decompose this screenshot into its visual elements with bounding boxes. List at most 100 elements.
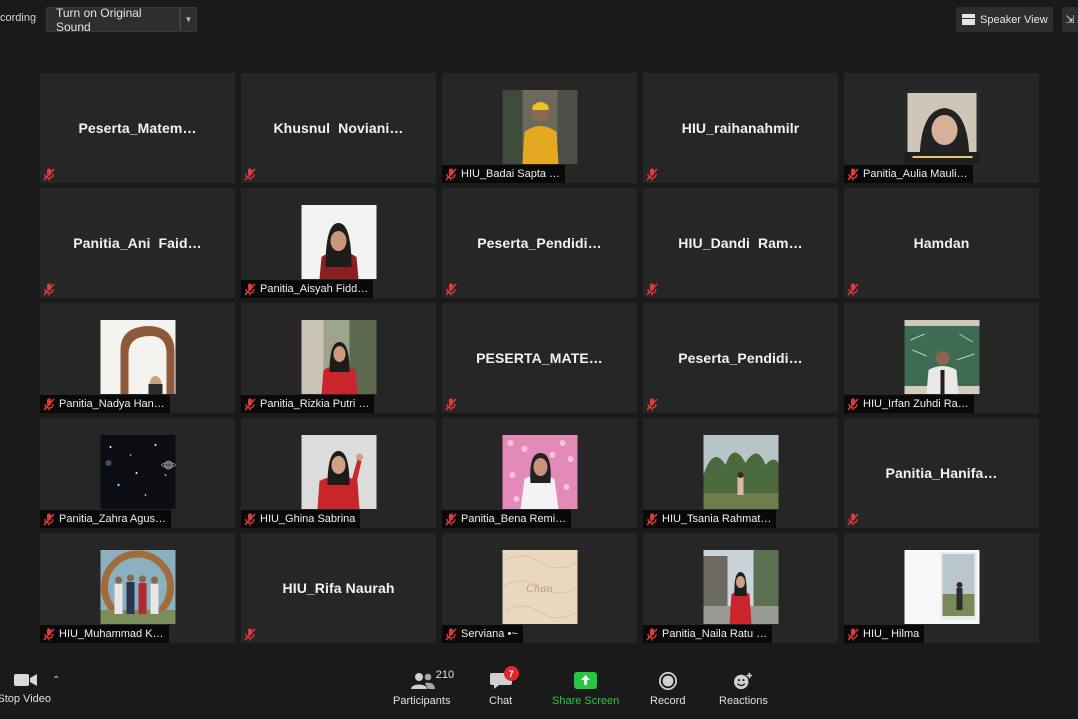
participant-video bbox=[904, 320, 979, 394]
participant-name: Khusnul Noviani… bbox=[273, 120, 404, 136]
chat-label: Chat bbox=[489, 695, 513, 707]
participant-name: HIU_Rifa Naurah bbox=[282, 580, 395, 596]
fullscreen-button[interactable]: ⇲ bbox=[1062, 7, 1078, 32]
participant-name: HIU_Dandi Ram… bbox=[678, 235, 803, 251]
participant-tile[interactable]: Panitia_Aisyah Fidd… bbox=[241, 188, 436, 298]
stop-video-label: Stop Video bbox=[0, 693, 51, 705]
participant-name: Serviana •~ bbox=[461, 628, 518, 640]
participant-tile[interactable]: HIU_raihanahmilr bbox=[643, 73, 838, 183]
participant-name-label: Panitia_Bena Remi… bbox=[442, 510, 572, 528]
muted-mic-icon bbox=[43, 627, 55, 641]
participant-tile[interactable]: Panitia_Nadya Han… bbox=[40, 303, 235, 413]
speaker-view-icon bbox=[962, 14, 975, 25]
participant-name: HIU_ Hilma bbox=[863, 628, 920, 640]
reactions-button[interactable]: Reactions bbox=[719, 672, 768, 707]
muted-mic-icon bbox=[244, 167, 256, 181]
participant-tile[interactable]: Khusnul Noviani… bbox=[241, 73, 436, 183]
participant-video bbox=[502, 90, 577, 164]
participant-tile[interactable]: HIU_Badai Sapta … bbox=[442, 73, 637, 183]
video-camera-icon bbox=[14, 674, 37, 686]
muted-mic-icon bbox=[445, 397, 457, 411]
muted-mic-icon bbox=[244, 282, 256, 296]
muted-mic-icon bbox=[847, 627, 859, 641]
recording-label: cording bbox=[0, 12, 37, 24]
muted-mic-icon bbox=[646, 397, 658, 411]
participant-name: Panitia_Hanifa… bbox=[885, 465, 998, 481]
mute-indicator bbox=[241, 625, 259, 643]
participant-name: HIU_Tsania Rahmat… bbox=[662, 513, 772, 525]
svg-text:Chan: Chan bbox=[526, 584, 553, 595]
gallery-view: Peserta_Matem… Khusnul Noviani… HIU_Badai … bbox=[40, 73, 1039, 644]
participant-tile[interactable]: Panitia_Bena Remi… bbox=[442, 418, 637, 528]
participants-label: Participants bbox=[393, 695, 451, 707]
participant-name: HIU_Muhammad K… bbox=[59, 628, 164, 640]
mute-indicator bbox=[40, 165, 58, 183]
participant-name-label: Panitia_Aulia Mauli… bbox=[844, 165, 973, 183]
record-button[interactable]: Record bbox=[650, 672, 685, 707]
participant-tile[interactable]: Panitia_Aulia Mauli… bbox=[844, 73, 1039, 183]
participant-name: Hamdan bbox=[913, 235, 970, 251]
participant-name: Panitia_Aulia Mauli… bbox=[863, 168, 968, 180]
participant-tile[interactable]: HIU_Tsania Rahmat… bbox=[643, 418, 838, 528]
share-screen-icon bbox=[574, 672, 598, 689]
participant-name-label: HIU_Ghina Sabrina bbox=[241, 510, 361, 528]
muted-mic-icon bbox=[244, 627, 256, 641]
participant-video bbox=[904, 550, 979, 624]
muted-mic-icon bbox=[646, 627, 658, 641]
participant-tile[interactable]: HIU_Dandi Ram… bbox=[643, 188, 838, 298]
participant-name: Panitia_Aisyah Fidd… bbox=[260, 283, 369, 295]
participant-tile[interactable]: HIU_Ghina Sabrina bbox=[241, 418, 436, 528]
participant-name: Panitia_Naila Ratu … bbox=[662, 628, 768, 640]
participants-icon bbox=[410, 673, 435, 689]
participant-tile[interactable]: Peserta_Pendidi… bbox=[442, 188, 637, 298]
muted-mic-icon bbox=[445, 167, 457, 181]
participant-tile[interactable]: Panitia_Rizkia Putri … bbox=[241, 303, 436, 413]
participant-name-label: HIU_Tsania Rahmat… bbox=[643, 510, 777, 528]
muted-mic-icon bbox=[445, 627, 457, 641]
muted-mic-icon bbox=[244, 512, 256, 526]
participant-video bbox=[100, 320, 175, 394]
stop-video-button[interactable]: ⌃ Stop Video bbox=[0, 672, 60, 705]
participant-tile[interactable]: HIU_Muhammad K… bbox=[40, 533, 235, 643]
participant-tile[interactable]: PESERTA_MATE… bbox=[442, 303, 637, 413]
participant-tile[interactable]: Panitia_Hanifa… bbox=[844, 418, 1039, 528]
participant-tile[interactable]: Panitia_Zahra Agus… bbox=[40, 418, 235, 528]
participant-video bbox=[703, 435, 778, 509]
participant-tile[interactable]: Panitia_Ani Faid… bbox=[40, 188, 235, 298]
participant-tile[interactable]: Chan Serviana •~ bbox=[442, 533, 637, 643]
participant-name: Panitia_Rizkia Putri … bbox=[260, 398, 370, 410]
chat-button[interactable]: 7 Chat bbox=[489, 666, 519, 707]
participant-tile[interactable]: Peserta_Pendidi… bbox=[643, 303, 838, 413]
participant-tile[interactable]: HIU_ Hilma bbox=[844, 533, 1039, 643]
original-sound-button[interactable]: Turn on Original Sound bbox=[46, 6, 180, 34]
participants-button[interactable]: 210 Participants bbox=[393, 669, 454, 707]
participant-video bbox=[100, 550, 175, 624]
muted-mic-icon bbox=[646, 167, 658, 181]
share-screen-button[interactable]: Share Screen bbox=[552, 672, 619, 707]
share-screen-label: Share Screen bbox=[552, 695, 620, 707]
participant-tile[interactable]: HIU_Irfan Zuhdi Ra… bbox=[844, 303, 1039, 413]
participant-tile[interactable]: HIU_Rifa Naurah bbox=[241, 533, 436, 643]
participant-tile[interactable]: Hamdan bbox=[844, 188, 1039, 298]
video-options-caret-icon[interactable]: ⌃ bbox=[52, 675, 60, 686]
participant-tile[interactable]: Peserta_Matem… bbox=[40, 73, 235, 183]
participant-name: HIU_Badai Sapta … bbox=[461, 168, 561, 180]
muted-mic-icon bbox=[43, 512, 55, 526]
reactions-icon bbox=[734, 672, 753, 690]
participant-name: Panitia_Bena Remi… bbox=[461, 513, 567, 525]
participant-video bbox=[301, 205, 376, 279]
participant-tile[interactable]: Panitia_Naila Ratu … bbox=[643, 533, 838, 643]
participant-name: Panitia_Zahra Agus… bbox=[59, 513, 167, 525]
muted-mic-icon bbox=[847, 397, 859, 411]
participant-name-label: HIU_Muhammad K… bbox=[40, 625, 169, 643]
chat-unread-badge: 7 bbox=[503, 666, 519, 681]
participant-name-label: Panitia_Aisyah Fidd… bbox=[241, 280, 374, 298]
mute-indicator bbox=[442, 395, 460, 413]
participant-video bbox=[904, 90, 979, 164]
participant-name-label: HIU_Badai Sapta … bbox=[442, 165, 566, 183]
speaker-view-button[interactable]: Speaker View bbox=[956, 7, 1053, 32]
muted-mic-icon bbox=[847, 282, 859, 296]
original-sound-dropdown[interactable]: ▼ bbox=[180, 7, 197, 32]
participant-name-label: Panitia_Nadya Han… bbox=[40, 395, 170, 413]
participant-video bbox=[502, 435, 577, 509]
